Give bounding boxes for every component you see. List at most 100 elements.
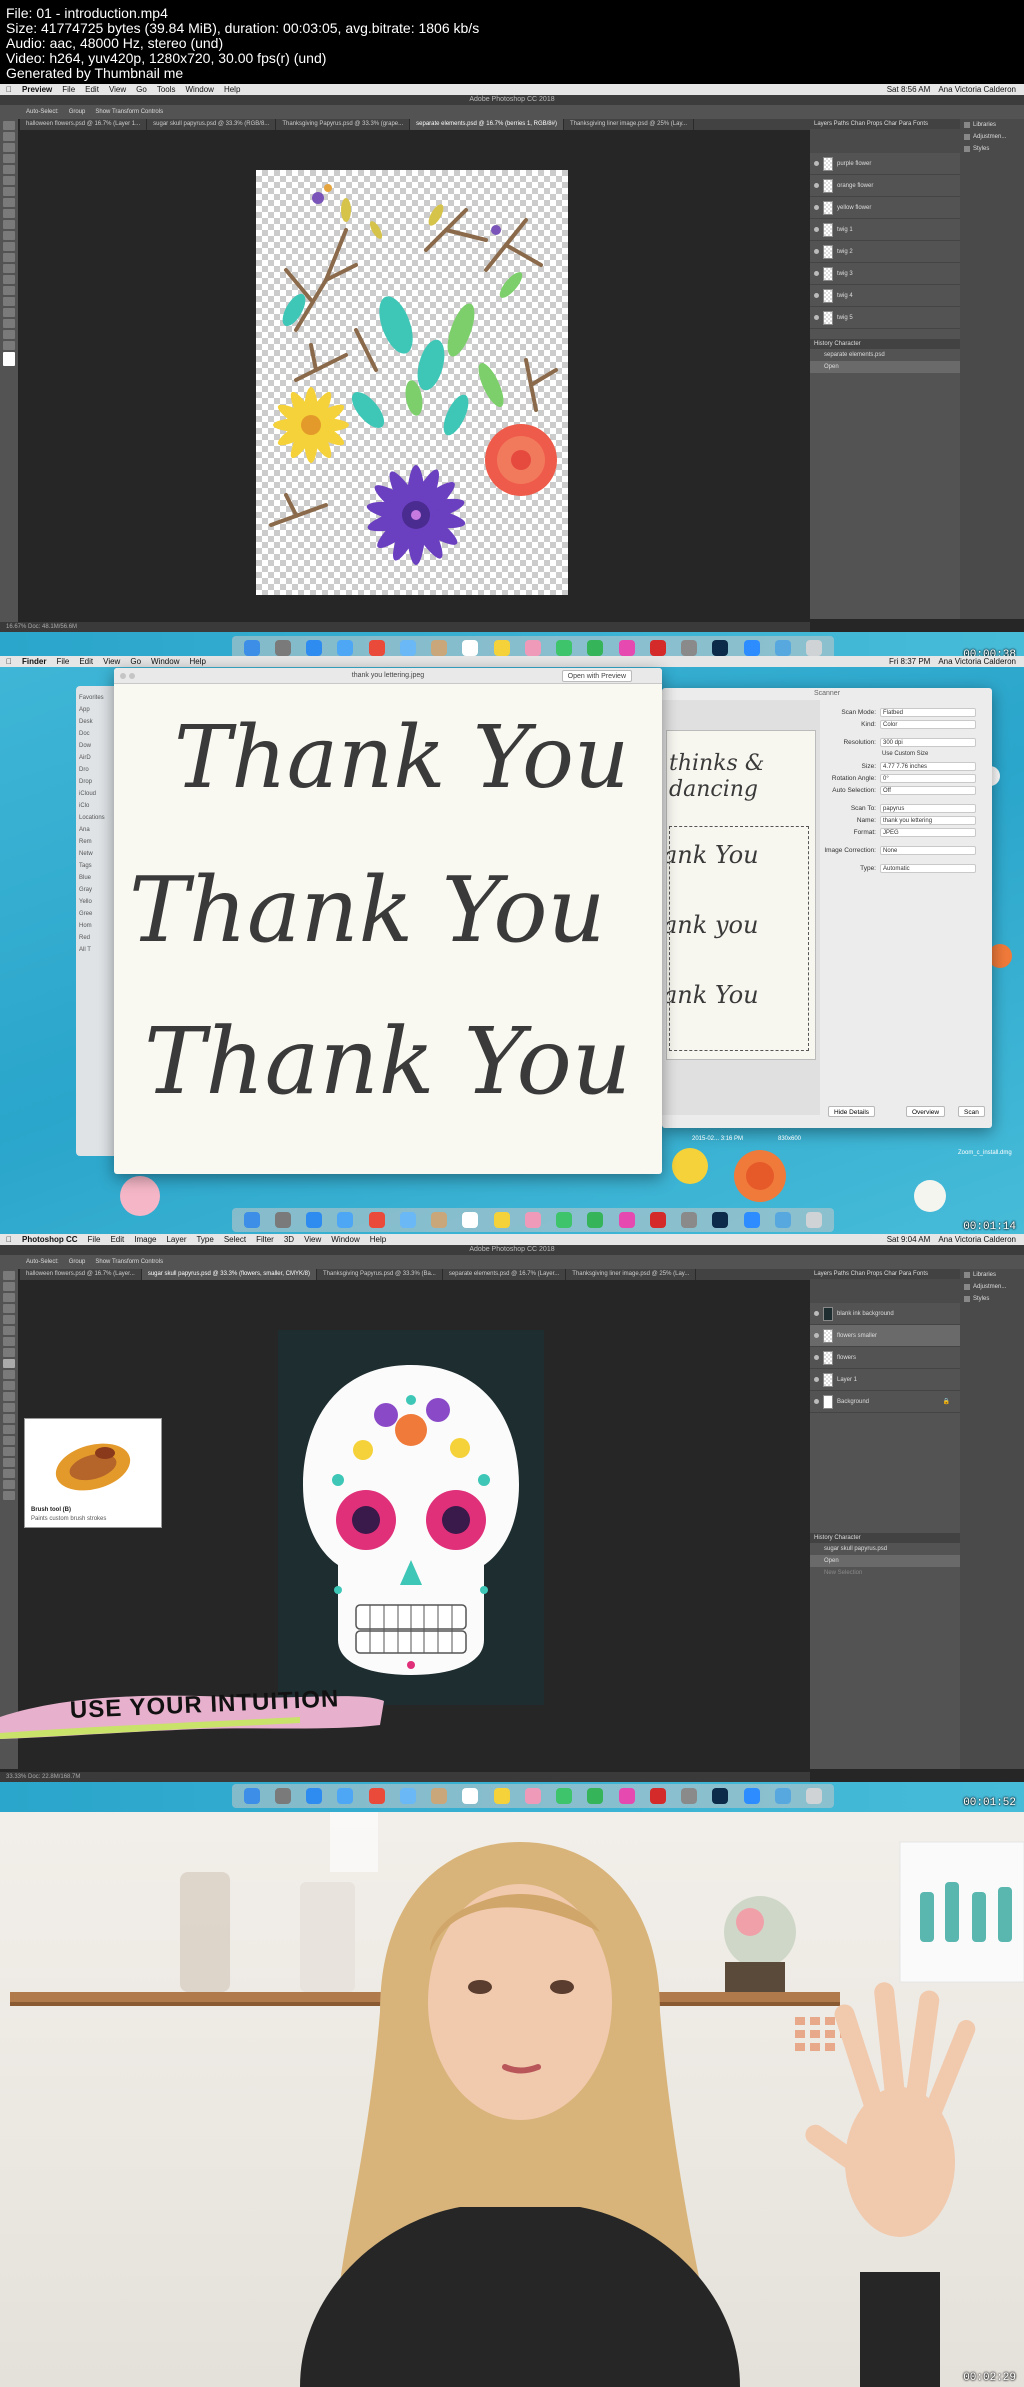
sidebar-item[interactable]: Netw (79, 848, 119, 860)
sidebar-item[interactable]: Dow (79, 740, 119, 752)
chrome-icon[interactable] (368, 640, 385, 656)
acrobat-icon[interactable] (649, 640, 666, 656)
finder-icon[interactable] (243, 1212, 260, 1228)
doc-tab[interactable]: halloween flowers.psd @ 16.7% (Layer 1..… (20, 119, 148, 130)
libraries-button[interactable]: Libraries (960, 1269, 1024, 1281)
scan-preview-area[interactable]: thinks & dancing ank You ank you ank You (662, 700, 820, 1115)
healing-tool-icon[interactable] (3, 1348, 15, 1357)
apple-icon[interactable]:  (6, 656, 12, 667)
layer-row[interactable]: yellow flower (810, 197, 960, 219)
path-select-tool-icon[interactable] (3, 1458, 15, 1467)
layer-row[interactable]: twig 4 (810, 285, 960, 307)
chrome-icon[interactable] (368, 1212, 385, 1228)
sidebar-item[interactable]: Dro (79, 764, 119, 776)
color-swatch-icon[interactable] (3, 352, 15, 366)
zoom-tool-icon[interactable] (3, 1491, 15, 1500)
hand-tool-icon[interactable] (3, 330, 15, 339)
contacts-icon[interactable] (431, 1788, 448, 1804)
menubar-app[interactable]: Finder (22, 656, 46, 667)
preview-icon[interactable] (681, 1788, 698, 1804)
menu-tools[interactable]: Tools (157, 84, 176, 95)
trash-icon[interactable] (806, 640, 823, 656)
menu-window[interactable]: Window (151, 656, 179, 667)
image-correction-select[interactable]: None (880, 845, 976, 855)
eyedropper-tool-icon[interactable] (3, 187, 15, 196)
sidebar-item[interactable]: Drop (79, 776, 119, 788)
menubar-app[interactable]: Photoshop CC (22, 1234, 78, 1245)
menu-view[interactable]: View (109, 84, 126, 95)
menu-select[interactable]: Select (224, 1234, 246, 1245)
option-auto-select[interactable]: Auto-Select: (26, 105, 59, 119)
format-select[interactable]: JPEG (880, 827, 976, 837)
menu-help[interactable]: Help (189, 656, 205, 667)
layer-row[interactable]: twig 3 (810, 263, 960, 285)
frame-tool-icon[interactable] (3, 1326, 15, 1335)
option-transform[interactable]: Show Transform Controls (95, 105, 163, 119)
trash-icon[interactable] (806, 1212, 823, 1228)
sidebar-item[interactable]: Gray (79, 884, 119, 896)
layer-filter-bar[interactable] (810, 1279, 960, 1303)
visibility-icon[interactable] (814, 1399, 819, 1404)
option-auto-select[interactable]: Auto-Select: (26, 1255, 59, 1269)
brush-tool-icon[interactable] (3, 209, 15, 218)
dodge-tool-icon[interactable] (3, 275, 15, 284)
menu-3d[interactable]: 3D (284, 1234, 294, 1245)
history-panel-tabs[interactable]: History Character (810, 1533, 960, 1543)
appstore-icon[interactable] (306, 1212, 323, 1228)
acrobat-icon[interactable] (649, 1212, 666, 1228)
scanned-document[interactable]: thinks & dancing ank You ank you ank You (666, 730, 816, 1060)
menu-edit[interactable]: Edit (79, 656, 93, 667)
visibility-icon[interactable] (814, 1333, 819, 1338)
doc-tab[interactable]: Thanksgiving Papyrus.psd @ 33.3% (grape.… (276, 119, 411, 130)
facetime-icon[interactable] (587, 640, 604, 656)
folder-icon[interactable] (774, 640, 791, 656)
lock-icon[interactable]: 🔒 (943, 1398, 950, 1405)
overview-button[interactable]: Overview (906, 1106, 946, 1117)
type-tool-icon[interactable] (3, 297, 15, 306)
finder-icon[interactable] (243, 1788, 260, 1804)
zoom-icon[interactable] (743, 640, 760, 656)
launchpad-icon[interactable] (274, 1212, 291, 1228)
photoshop-icon[interactable] (712, 640, 729, 656)
visibility-icon[interactable] (814, 1377, 819, 1382)
visibility-icon[interactable] (814, 227, 819, 232)
contacts-icon[interactable] (431, 1212, 448, 1228)
menubar-user[interactable]: Ana Victoria Calderon (938, 1234, 1016, 1245)
quick-select-tool-icon[interactable] (3, 154, 15, 163)
shape-tool-icon[interactable] (3, 319, 15, 328)
layer-row[interactable]: flowers (810, 1347, 960, 1369)
quick-select-tool-icon[interactable] (3, 1304, 15, 1313)
chrome-icon[interactable] (368, 1788, 385, 1804)
doc-tab[interactable]: sugar skull papyrus.psd @ 33.3% (RGB/8..… (147, 119, 277, 130)
menubar-clock[interactable]: Fri 8:37 PM (889, 656, 930, 667)
menu-go[interactable]: Go (136, 84, 147, 95)
doc-tab[interactable]: Thanksgiving liner image.psd @ 25% (Lay.… (566, 1269, 697, 1280)
type-select[interactable]: Automatic (880, 863, 976, 873)
messages-icon[interactable] (556, 1212, 573, 1228)
layer-row[interactable]: Background 🔒 (810, 1391, 960, 1413)
safari-icon[interactable] (337, 1212, 354, 1228)
history-item[interactable]: Open (810, 1555, 960, 1567)
gradient-tool-icon[interactable] (3, 253, 15, 262)
layer-row[interactable]: twig 1 (810, 219, 960, 241)
itunes-icon[interactable] (618, 1212, 635, 1228)
notes-icon[interactable] (493, 1212, 510, 1228)
notes-icon[interactable] (493, 640, 510, 656)
libraries-button[interactable]: Libraries (960, 119, 1024, 131)
desktop-file-label[interactable]: Zoom_c_install.dmg (958, 1150, 1012, 1156)
sidebar-item[interactable]: Red (79, 932, 119, 944)
adjustments-button[interactable]: Adjustmen... (960, 131, 1024, 143)
document-canvas[interactable] (256, 170, 568, 595)
hide-details-button[interactable]: Hide Details (828, 1106, 876, 1117)
menu-edit[interactable]: Edit (110, 1234, 124, 1245)
history-item[interactable]: Open (810, 361, 960, 373)
frame-tool-icon[interactable] (3, 176, 15, 185)
document-canvas[interactable] (278, 1330, 544, 1705)
layer-row[interactable]: twig 2 (810, 241, 960, 263)
sidebar-item[interactable]: iClo (79, 800, 119, 812)
adjustments-button[interactable]: Adjustmen... (960, 1281, 1024, 1293)
launchpad-icon[interactable] (274, 1788, 291, 1804)
menubar-clock[interactable]: Sat 9:04 AM (887, 1234, 931, 1245)
menubar-app[interactable]: Preview (22, 84, 52, 95)
sidebar-item[interactable]: App (79, 704, 119, 716)
